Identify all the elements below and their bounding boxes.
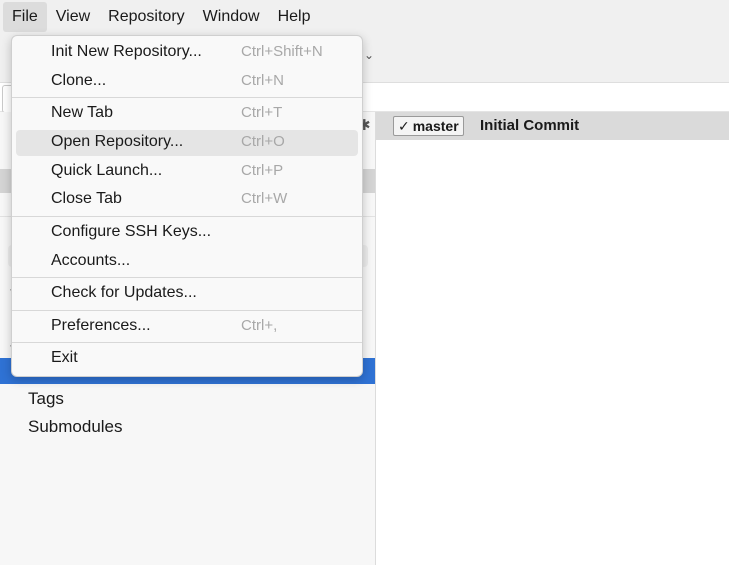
- menu-item-label: Preferences...: [51, 317, 151, 334]
- menu-help[interactable]: Help: [269, 2, 320, 32]
- shortcut-label: Ctrl+,: [241, 317, 278, 334]
- shortcut-label: Ctrl+P: [241, 162, 284, 179]
- menu-item-open-repository[interactable]: Open Repository... Ctrl+O: [16, 130, 358, 156]
- menu-item-quick-launch[interactable]: Quick Launch... Ctrl+P: [16, 159, 358, 185]
- shortcut-label: Ctrl+T: [241, 104, 283, 121]
- menu-separator: [12, 310, 362, 311]
- menu-item-configure-ssh-keys[interactable]: Configure SSH Keys...: [16, 220, 358, 246]
- menu-item-label: Open Repository...: [51, 133, 184, 150]
- commit-list: ✓ master Initial Commit: [376, 112, 729, 565]
- menu-separator: [12, 277, 362, 278]
- menu-item-accounts[interactable]: Accounts...: [16, 249, 358, 275]
- menu-bar: File View Repository Window Help: [0, 0, 729, 34]
- menu-repository[interactable]: Repository: [99, 2, 193, 32]
- menu-item-new-tab[interactable]: New Tab Ctrl+T: [16, 101, 358, 127]
- menu-item-label: Clone...: [51, 72, 107, 89]
- menu-item-label: Accounts...: [51, 252, 131, 269]
- menu-separator: [12, 342, 362, 343]
- sidebar-item-tags[interactable]: Tags: [28, 389, 64, 409]
- menu-item-label: New Tab: [51, 104, 113, 121]
- menu-item-check-updates[interactable]: Check for Updates...: [16, 281, 358, 307]
- menu-item-preferences[interactable]: Preferences... Ctrl+,: [16, 314, 358, 340]
- menu-item-init-repository[interactable]: Init New Repository... Ctrl+Shift+N: [16, 40, 358, 66]
- branch-name: master: [412, 118, 459, 134]
- menu-separator: [12, 216, 362, 217]
- menu-separator: [12, 97, 362, 98]
- sidebar-item-submodules[interactable]: Submodules: [28, 417, 123, 437]
- check-icon: ✓: [398, 118, 410, 134]
- menu-item-clone[interactable]: Clone... Ctrl+N: [16, 69, 358, 95]
- menu-item-label: Configure SSH Keys...: [51, 223, 212, 240]
- shortcut-label: Ctrl+N: [241, 72, 284, 89]
- file-menu-dropdown: Init New Repository... Ctrl+Shift+N Clon…: [11, 35, 363, 377]
- shortcut-label: Ctrl+Shift+N: [241, 43, 323, 60]
- table-row[interactable]: ✓ master Initial Commit: [376, 112, 729, 140]
- chevron-down-icon[interactable]: ⌄: [364, 48, 374, 62]
- menu-item-label: Init New Repository...: [51, 43, 202, 60]
- menu-window[interactable]: Window: [194, 2, 269, 32]
- menu-item-label: Close Tab: [51, 190, 122, 207]
- menu-item-label: Check for Updates...: [51, 284, 197, 301]
- menu-item-label: Exit: [51, 349, 78, 366]
- menu-item-close-tab[interactable]: Close Tab Ctrl+W: [16, 187, 358, 213]
- search-input[interactable]: [2, 85, 11, 113]
- menu-view[interactable]: View: [47, 2, 99, 32]
- branch-badge[interactable]: ✓ master: [393, 116, 464, 136]
- menu-item-label: Quick Launch...: [51, 162, 163, 179]
- commit-message: Initial Commit: [480, 117, 580, 134]
- menu-file[interactable]: File: [3, 2, 47, 32]
- shortcut-label: Ctrl+W: [241, 190, 288, 207]
- menu-item-exit[interactable]: Exit: [16, 346, 358, 372]
- shortcut-label: Ctrl+O: [241, 133, 285, 150]
